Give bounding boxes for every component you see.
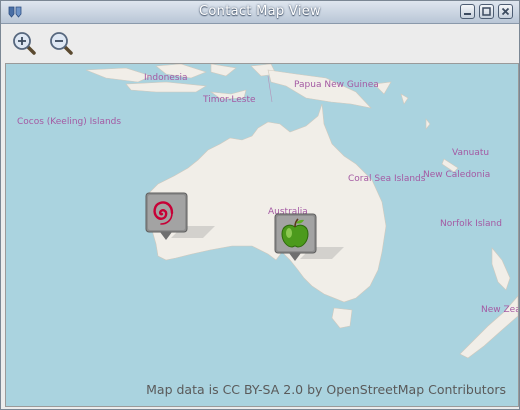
green-apple-icon <box>274 213 344 261</box>
toolbar <box>1 24 519 62</box>
window-title: Contact Map View <box>199 4 321 19</box>
label-new-caledonia: New Caledonia <box>423 170 491 180</box>
maximize-icon <box>482 7 491 16</box>
label-cocos-islands: Cocos (Keeling) Islands <box>17 117 122 127</box>
label-norfolk-island: Norfolk Island <box>440 219 502 229</box>
zoom-in-button[interactable] <box>11 30 37 56</box>
label-indonesia: Indonesia <box>144 73 188 83</box>
close-icon <box>501 7 510 16</box>
minimize-icon <box>464 13 471 15</box>
label-vanuatu: Vanuatu <box>452 148 490 158</box>
minimize-button[interactable] <box>460 4 475 19</box>
zoom-out-icon <box>50 32 73 55</box>
label-new-zealand: New Zea <box>481 305 519 315</box>
label-coral-sea-islands: Coral Sea Islands <box>348 174 426 184</box>
map-attribution: Map data is CC BY-SA 2.0 by OpenStreetMa… <box>146 382 506 397</box>
map-view[interactable]: Indonesia Papua New Guinea Timor-Leste C… <box>5 63 519 407</box>
debian-swirl-icon <box>145 192 215 240</box>
maximize-button[interactable] <box>479 4 494 19</box>
map-tiles <box>6 64 518 406</box>
contact-map-window: Contact Map View Indonesia Papua New Gui… <box>0 0 520 410</box>
zoom-out-button[interactable] <box>48 30 74 56</box>
title-bar[interactable]: Contact Map View <box>1 1 519 24</box>
contact-marker-debian[interactable] <box>145 192 215 244</box>
label-timor-leste: Timor-Leste <box>203 95 256 105</box>
close-button[interactable] <box>498 4 513 19</box>
zoom-in-icon <box>13 32 36 55</box>
contact-marker-apple[interactable] <box>274 213 344 265</box>
label-papua-new-guinea: Papua New Guinea <box>294 80 379 90</box>
